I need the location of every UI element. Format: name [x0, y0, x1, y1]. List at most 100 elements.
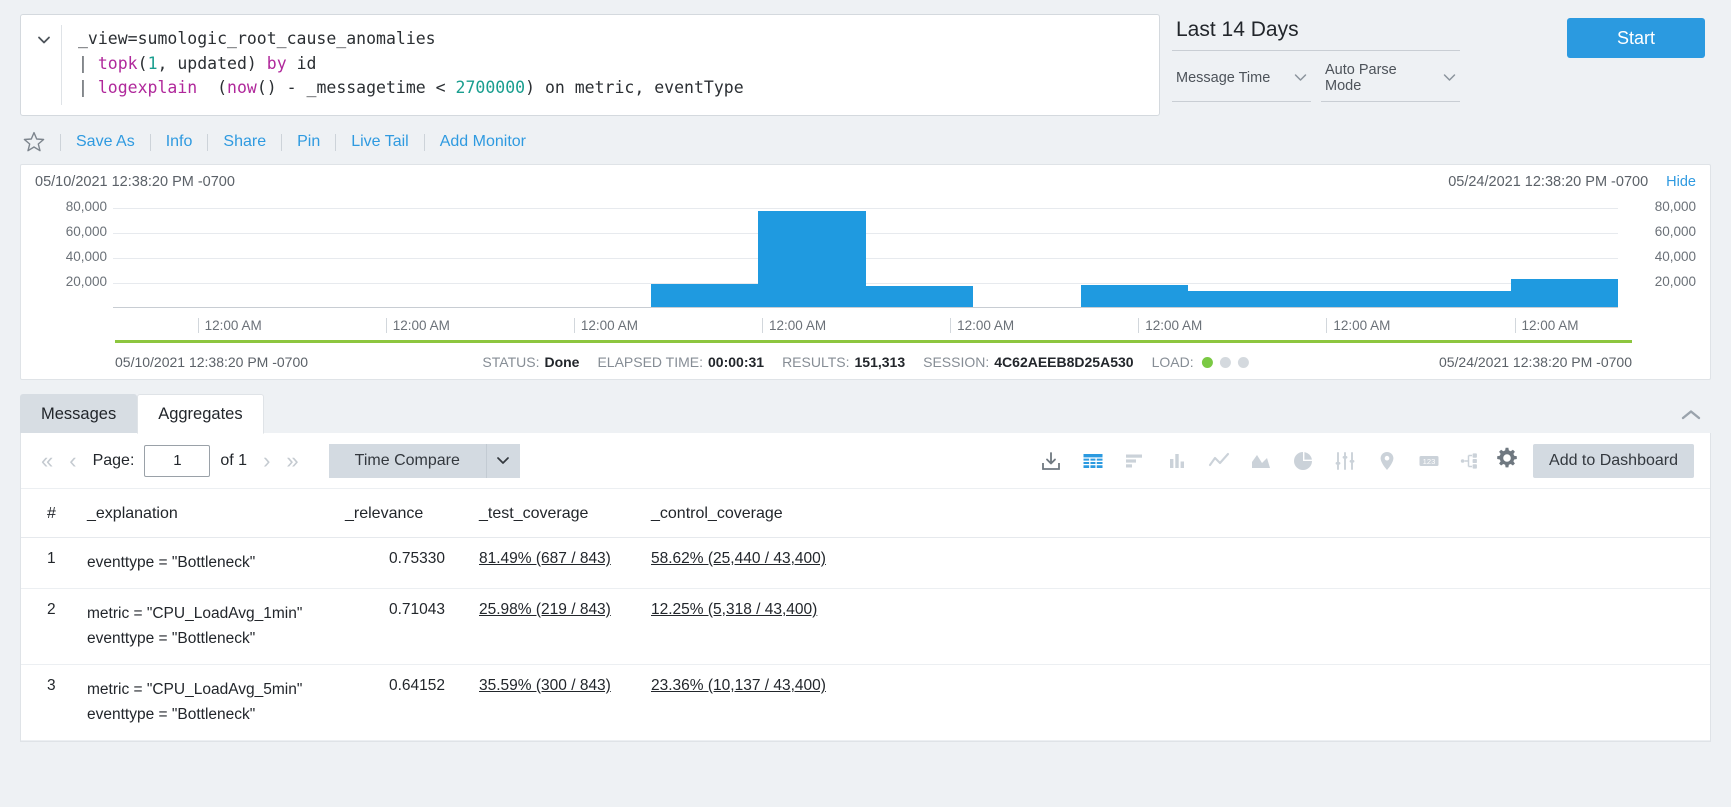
- parse-mode-label: Auto Parse Mode: [1325, 62, 1397, 94]
- line-chart-icon[interactable]: [1207, 449, 1231, 473]
- cell-control-coverage: 58.62% (25,440 / 43,400): [625, 537, 845, 589]
- query-editor[interactable]: _view=sumologic_root_cause_anomalies | t…: [20, 14, 1160, 116]
- map-pin-icon[interactable]: [1375, 449, 1399, 473]
- pin-link[interactable]: Pin: [282, 133, 335, 151]
- tree-map-icon[interactable]: [1459, 449, 1483, 473]
- time-compare-dropdown-icon[interactable]: [485, 443, 520, 478]
- footer-start-time: 05/10/2021 12:38:20 PM -0700: [115, 354, 309, 370]
- single-value-icon[interactable]: [1333, 449, 1357, 473]
- table-row[interactable]: 2 metric = "CPU_LoadAvg_1min" eventtype = …: [21, 588, 1710, 665]
- message-time-select[interactable]: Message Time: [1172, 56, 1311, 102]
- query-token: 1: [147, 53, 158, 73]
- query-token: () - _messagetime <: [256, 78, 456, 97]
- query-row: _view=sumologic_root_cause_anomalies | t…: [0, 0, 1731, 116]
- search-status-bar: 05/10/2021 12:38:20 PM -0700 STATUS: Don…: [21, 345, 1710, 379]
- histogram-panel: 05/10/2021 12:38:20 PM -0700 05/24/2021 …: [20, 164, 1711, 380]
- control-coverage-link[interactable]: 23.36% (10,137 / 43,400): [651, 677, 826, 694]
- elapsed-value: 00:00:31: [708, 354, 765, 370]
- table-header-row: # _explanation _relevance _test_coverage…: [21, 489, 1710, 538]
- histogram-chart[interactable]: 80,000 80,000 60,000 60,000 40,000 40,000 20,0…: [35, 196, 1696, 318]
- table-icon[interactable]: [1081, 449, 1105, 473]
- histogram-end-time: 05/24/2021 12:38:20 PM -0700: [1448, 174, 1649, 190]
- col-test-coverage: _test_coverage: [445, 489, 625, 538]
- chevron-down-icon: [1294, 70, 1307, 86]
- control-coverage-link[interactable]: 58.62% (25,440 / 43,400): [651, 550, 826, 567]
- load-dot: [1201, 356, 1213, 368]
- x-axis-tick: 12:00 AM: [573, 318, 638, 333]
- double-chevron-left-icon[interactable]: «: [33, 448, 61, 474]
- histogram-bar[interactable]: [1403, 291, 1511, 308]
- load-label: LOAD:: [1151, 354, 1194, 370]
- cell-control-coverage: 23.36% (10,137 / 43,400): [625, 664, 845, 741]
- share-link[interactable]: Share: [208, 133, 281, 151]
- chevron-left-icon[interactable]: ‹: [61, 448, 84, 474]
- visualization-icons: 123: [1039, 449, 1483, 473]
- test-coverage-link[interactable]: 25.98% (219 / 843): [479, 601, 611, 618]
- cell-explanation: metric = "CPU_LoadAvg_1min" eventtype = "…: [69, 588, 345, 665]
- chevron-down-icon[interactable]: [33, 29, 55, 51]
- test-coverage-link[interactable]: 81.49% (687 / 843): [479, 550, 611, 567]
- parse-mode-select[interactable]: Auto Parse Mode: [1321, 56, 1460, 102]
- session-value: 4C62AEEB8D25A530: [994, 354, 1134, 370]
- save-as-link[interactable]: Save As: [61, 133, 150, 151]
- star-outline-icon[interactable]: [22, 130, 46, 154]
- query-token: , updated): [157, 53, 267, 73]
- footer-end-time: 05/24/2021 12:38:20 PM -0700: [1438, 354, 1632, 370]
- add-monitor-link[interactable]: Add Monitor: [425, 133, 541, 151]
- histogram-header: 05/10/2021 12:38:20 PM -0700 05/24/2021 …: [21, 165, 1710, 190]
- start-button[interactable]: Start: [1567, 18, 1705, 58]
- col-explanation: _explanation: [69, 489, 345, 538]
- test-coverage-link[interactable]: 35.59% (300 / 843): [479, 677, 611, 694]
- add-to-dashboard-button[interactable]: Add to Dashboard: [1533, 443, 1694, 478]
- page-input[interactable]: [144, 444, 211, 477]
- chevron-up-icon[interactable]: [1681, 408, 1701, 426]
- y-axis-label-right: 80,000: [1654, 199, 1696, 214]
- gear-icon[interactable]: [1495, 446, 1519, 475]
- cell-spacer: [845, 664, 1710, 741]
- table-row[interactable]: 1 eventtype = "Bottleneck" 0.75330 81.49% (…: [21, 537, 1710, 589]
- histogram-bars[interactable]: [113, 208, 1618, 308]
- x-axis-tick: 12:00 AM: [385, 318, 450, 333]
- query-token: topk: [97, 53, 138, 73]
- cell-relevance: 0.71043: [345, 588, 445, 665]
- live-tail-link[interactable]: Live Tail: [336, 133, 424, 151]
- horizontal-bar-chart-icon[interactable]: [1123, 449, 1147, 473]
- hide-link[interactable]: Hide: [1666, 174, 1696, 190]
- histogram-bar[interactable]: [1510, 278, 1618, 308]
- control-coverage-link[interactable]: 12.25% (5,318 / 43,400): [651, 601, 817, 618]
- histogram-bar[interactable]: [865, 286, 973, 308]
- tab-messages[interactable]: Messages: [20, 394, 138, 434]
- y-axis-label-right: 40,000: [1654, 249, 1696, 264]
- query-token: |: [78, 78, 98, 97]
- histogram-bar[interactable]: [650, 283, 758, 308]
- cell-spacer: [845, 588, 1710, 665]
- row-index: 3: [21, 664, 69, 741]
- results-value: 151,313: [854, 354, 906, 370]
- pie-chart-icon[interactable]: [1291, 449, 1315, 473]
- query-divider: [61, 25, 62, 105]
- query-token: now: [227, 78, 257, 97]
- area-chart-icon[interactable]: [1249, 449, 1273, 473]
- histogram-bar[interactable]: [1080, 284, 1188, 308]
- histogram-bar[interactable]: [758, 210, 866, 308]
- y-axis-label-right: 20,000: [1654, 274, 1696, 289]
- time-compare-button[interactable]: Time Compare: [328, 443, 486, 478]
- histogram-bar[interactable]: [1188, 290, 1296, 308]
- sumologic-search-page: _view=sumologic_root_cause_anomalies | t…: [0, 0, 1731, 807]
- tab-aggregates[interactable]: Aggregates: [137, 394, 264, 434]
- time-range-value[interactable]: Last 14 Days: [1172, 16, 1460, 51]
- info-link[interactable]: Info: [151, 133, 208, 151]
- chevron-right-icon[interactable]: ›: [255, 448, 278, 474]
- cell-test-coverage: 25.98% (219 / 843): [445, 588, 625, 665]
- download-icon[interactable]: [1039, 449, 1063, 473]
- table-row[interactable]: 3 metric = "CPU_LoadAvg_5min" eventtype = …: [21, 664, 1710, 741]
- col-index: #: [21, 489, 69, 538]
- double-chevron-right-icon[interactable]: »: [278, 448, 306, 474]
- histogram-bar[interactable]: [1295, 291, 1403, 308]
- query-text[interactable]: _view=sumologic_root_cause_anomalies | t…: [78, 25, 744, 101]
- number-box-icon[interactable]: 123: [1417, 449, 1441, 473]
- explanation-line: eventtype = "Bottleneck": [87, 630, 256, 647]
- query-token: _view=sumologic_root_cause_anomalies: [78, 29, 436, 48]
- page-label: Page:: [92, 451, 135, 469]
- column-chart-icon[interactable]: [1165, 449, 1189, 473]
